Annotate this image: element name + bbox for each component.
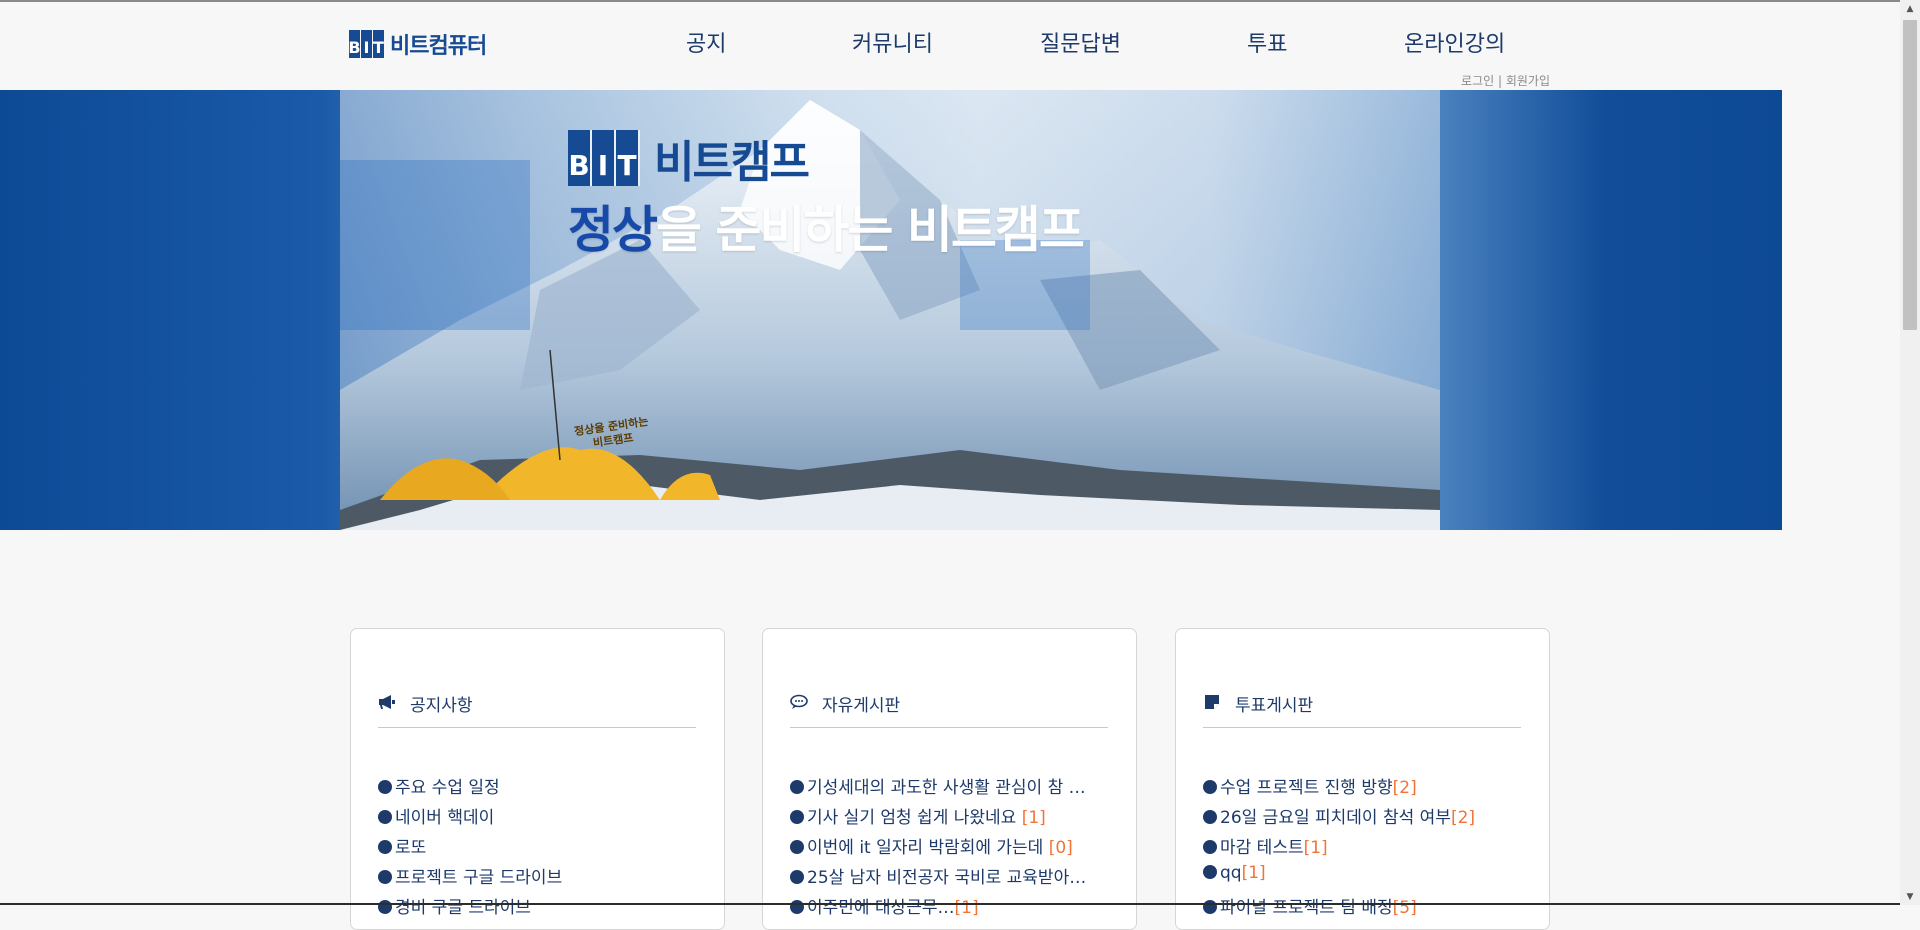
list-item[interactable]: 경비 구글 드라이브 xyxy=(378,893,708,923)
free-board-card: 자유게시판 기성세대의 과도한 사생활 관심이 참 … 기사 실기 엄청 쉽게 … xyxy=(762,628,1137,930)
slogan-highlight: 정상 xyxy=(568,201,658,259)
page-scrollbar[interactable]: ▲ ▼ xyxy=(1900,0,1920,905)
bullet-icon xyxy=(790,780,804,794)
list-item[interactable]: 이번에 it 일자리 박람회에 가는데 [0] xyxy=(790,833,1120,863)
comment-count: [1] xyxy=(1021,808,1046,828)
megaphone-icon xyxy=(378,694,396,710)
list-item[interactable]: 프로젝트 구글 드라이브 xyxy=(378,863,708,893)
bullet-icon xyxy=(1203,780,1217,794)
nav-item-online-lecture[interactable]: 온라인강의 xyxy=(1404,26,1505,58)
mountain-illustration xyxy=(340,90,1440,530)
card-title[interactable]: 공지사항 xyxy=(410,691,473,716)
item-text: 파이널 프로젝트 팀 배정 xyxy=(1220,898,1393,918)
list-item[interactable]: 주요 수업 일정 xyxy=(378,773,708,803)
hero-banner: B I T 비트캠프 정상을 준비하는 비트캠프 정상을 준비하는 비트캠프 xyxy=(0,90,1782,530)
vote-board-card: 투표게시판 수업 프로젝트 진행 방향[2] 26일 금요일 피치데이 참석 여… xyxy=(1175,628,1550,930)
slogan-rest: 을 준비하는 비트캠프 xyxy=(656,201,1085,259)
nav-item-vote[interactable]: 투표 xyxy=(1247,26,1287,58)
list-item[interactable]: 파이널 프로젝트 팀 배정[5] xyxy=(1203,893,1533,923)
hero-slogan: 정상을 준비하는 비트캠프 xyxy=(568,190,1085,262)
bullet-icon xyxy=(378,870,392,884)
item-text: 주요 수업 일정 xyxy=(395,778,500,798)
list-item[interactable]: 기성세대의 과도한 사생활 관심이 참 … xyxy=(790,773,1120,803)
list-item[interactable]: 수업 프로젝트 진행 방향[2] xyxy=(1203,773,1533,803)
list-item[interactable]: 25살 남자 비전공자 국비로 교육받아… xyxy=(790,863,1120,893)
vote-count: [2] xyxy=(1450,808,1476,828)
list-item[interactable]: 네이버 핵데이 xyxy=(378,803,708,833)
item-text: qq xyxy=(1220,863,1242,883)
vote-count: [5] xyxy=(1392,898,1417,918)
hero-logo-letter: B xyxy=(568,130,592,186)
item-text: 로또 xyxy=(395,838,427,858)
item-text: 네이버 핵데이 xyxy=(395,808,495,828)
vote-count: [1] xyxy=(1303,838,1328,858)
hero-logo: B I T 비트캠프 xyxy=(568,126,810,190)
login-link[interactable]: 로그인 xyxy=(1461,74,1494,88)
auth-links: 로그인 | 회원가입 xyxy=(1461,72,1550,89)
nav-item-notice[interactable]: 공지 xyxy=(686,26,726,58)
scroll-thumb[interactable] xyxy=(1903,20,1917,330)
bullet-icon xyxy=(378,780,392,794)
auth-separator: | xyxy=(1494,74,1506,88)
nav-item-qna[interactable]: 질문답변 xyxy=(1040,26,1121,58)
bullet-icon xyxy=(1203,865,1217,879)
item-text: 이번에 it 일자리 박람회에 가는데 xyxy=(807,838,1049,858)
hero-logo-mark: B I T xyxy=(568,130,640,186)
vote-count: [2] xyxy=(1392,778,1417,798)
card-title[interactable]: 투표게시판 xyxy=(1235,691,1313,716)
vote-board-list: 수업 프로젝트 진행 방향[2] 26일 금요일 피치데이 참석 여부[2] 마… xyxy=(1203,773,1533,923)
item-text: 기성세대의 과도한 사생활 관심이 참 … xyxy=(807,778,1086,798)
bullet-icon xyxy=(790,870,804,884)
bullet-icon xyxy=(1203,840,1217,854)
scroll-up-arrow-icon[interactable]: ▲ xyxy=(1900,0,1920,17)
item-text: 마감 테스트 xyxy=(1220,838,1304,858)
list-item[interactable]: 이주민에 대상근무…[1] xyxy=(790,893,1120,923)
hero-logo-letter: T xyxy=(616,130,640,186)
hero-logo-letter: I xyxy=(592,130,616,186)
item-text: 26일 금요일 피치데이 참석 여부 xyxy=(1220,808,1451,828)
notice-list: 주요 수업 일정 네이버 핵데이 로또 프로젝트 구글 드라이브 경비 구글 드… xyxy=(378,773,708,923)
list-item[interactable]: qq[1] xyxy=(1203,863,1533,893)
item-text: 수업 프로젝트 진행 방향 xyxy=(1220,778,1393,798)
card-title[interactable]: 자유게시판 xyxy=(822,691,900,716)
bullet-icon xyxy=(790,810,804,824)
bullet-icon xyxy=(790,840,804,854)
list-item[interactable]: 로또 xyxy=(378,833,708,863)
vote-count: [1] xyxy=(1241,863,1266,883)
list-item[interactable]: 마감 테스트[1] xyxy=(1203,833,1533,863)
free-board-list: 기성세대의 과도한 사생활 관심이 참 … 기사 실기 엄청 쉽게 나왔네요 [… xyxy=(790,773,1120,923)
list-item[interactable]: 기사 실기 엄청 쉽게 나왔네요 [1] xyxy=(790,803,1120,833)
card-header: 자유게시판 xyxy=(790,691,1108,728)
card-header: 투표게시판 xyxy=(1203,691,1521,728)
comment-count: [0] xyxy=(1048,838,1073,858)
bullet-icon xyxy=(378,810,392,824)
hero-logo-text: 비트캠프 xyxy=(654,137,810,188)
card-header: 공지사항 xyxy=(378,691,696,728)
item-text: 25살 남자 비전공자 국비로 교육받아… xyxy=(807,868,1087,888)
list-item[interactable]: 26일 금요일 피치데이 참석 여부[2] xyxy=(1203,803,1533,833)
nav-item-community[interactable]: 커뮤니티 xyxy=(852,26,933,58)
comment-count: [1] xyxy=(954,898,979,918)
item-text: 경비 구글 드라이브 xyxy=(395,898,531,918)
scroll-down-arrow-icon[interactable]: ▼ xyxy=(1900,888,1920,905)
bullet-icon xyxy=(378,840,392,854)
item-text: 이주민에 대상근무… xyxy=(807,898,955,918)
item-text: 기사 실기 엄청 쉽게 나왔네요 xyxy=(807,808,1022,828)
signup-link[interactable]: 회원가입 xyxy=(1506,74,1550,88)
main-nav: 공지 커뮤니티 질문답변 투표 온라인강의 xyxy=(0,26,1920,58)
item-text: 프로젝트 구글 드라이브 xyxy=(395,868,563,888)
top-border xyxy=(0,0,1920,2)
note-icon xyxy=(1203,694,1221,710)
notice-card: 공지사항 주요 수업 일정 네이버 핵데이 로또 프로젝트 구글 드라이브 경비… xyxy=(350,628,725,930)
bullet-icon xyxy=(1203,810,1217,824)
speech-bubble-icon xyxy=(790,694,808,710)
